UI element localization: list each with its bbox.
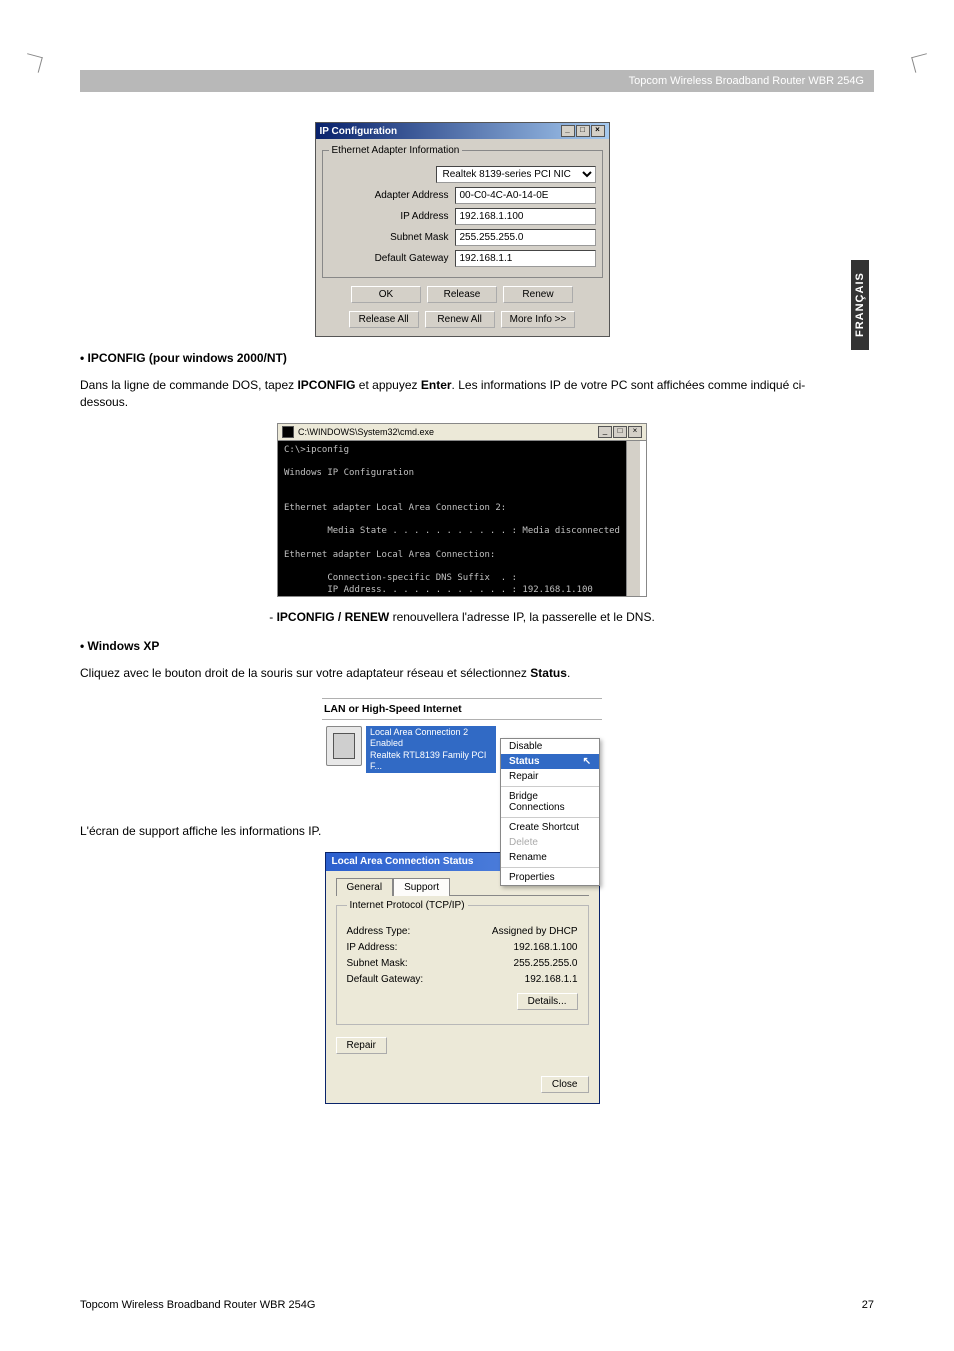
ip-value: 192.168.1.100 — [455, 208, 596, 225]
crop-mark-left — [23, 53, 43, 73]
mask-label: Subnet Mask — [329, 232, 449, 243]
status-group-label: Internet Protocol (TCP/IP) — [347, 900, 468, 911]
status-mask-label: Subnet Mask: — [347, 958, 408, 969]
header-product: Topcom Wireless Broadband Router WBR 254… — [629, 75, 864, 87]
para-windows-xp: Cliquez avec le bouton droit de la souri… — [80, 665, 844, 682]
para-2k-b: et appuyez — [355, 378, 420, 392]
menu-properties[interactable]: Properties — [501, 870, 599, 885]
menu-disable[interactable]: Disable — [501, 739, 599, 754]
menu-status[interactable]: Status ↖ — [501, 754, 599, 769]
support-line: L'écran de support affiche les informati… — [80, 823, 844, 840]
status-title-text: Local Area Connection Status — [332, 856, 474, 867]
adapter-select[interactable]: Realtek 8139-series PCI NIC — [436, 166, 596, 183]
menu-repair[interactable]: Repair — [501, 769, 599, 784]
close-button[interactable]: Close — [541, 1076, 589, 1093]
release-button[interactable]: Release — [427, 286, 497, 303]
renew-c: renouvellera l'adresse IP, la passerelle… — [389, 610, 655, 624]
context-menu-figure: LAN or High-Speed Internet Local Area Co… — [322, 694, 602, 773]
para-ipconfig-2k: Dans la ligne de commande DOS, tapez IPC… — [80, 377, 844, 411]
menu-status-label: Status — [509, 756, 540, 767]
release-all-button[interactable]: Release All — [349, 311, 419, 328]
para-2k-b2: Enter — [421, 378, 452, 392]
footer-left: Topcom Wireless Broadband Router WBR 254… — [80, 1299, 315, 1311]
para-2k-b1: IPCONFIG — [297, 378, 355, 392]
status-ip-label: IP Address: — [347, 942, 398, 953]
repair-button[interactable]: Repair — [336, 1037, 387, 1054]
cursor-icon: ↖ — [583, 756, 591, 767]
cmd-title-text: C:\WINDOWS\System32\cmd.exe — [298, 427, 434, 437]
ip-label: IP Address — [329, 211, 449, 222]
gw-value: 192.168.1.1 — [455, 250, 596, 267]
close-icon[interactable]: × — [591, 125, 605, 137]
lan-header: LAN or High-Speed Internet — [322, 698, 602, 720]
renew-b: IPCONFIG / RENEW — [277, 610, 390, 624]
cmd-window: C:\WINDOWS\System32\cmd.exe _ □ × C:\>ip… — [277, 423, 647, 597]
maximize-icon[interactable]: □ — [576, 125, 590, 137]
status-mask-value: 255.255.255.0 — [514, 958, 578, 969]
context-menu: Disable Status ↖ Repair Bridge Connectio… — [500, 738, 600, 886]
ip-config-title: IP Configuration — [320, 126, 398, 137]
status-gw-value: 192.168.1.1 — [525, 974, 578, 985]
heading-windows-xp: • Windows XP — [80, 639, 844, 653]
ok-button[interactable]: OK — [351, 286, 421, 303]
nic-line3: Realtek RTL8139 Family PCI F... — [370, 750, 492, 773]
heading-ipconfig-2k: • IPCONFIG (pour windows 2000/NT) — [80, 351, 844, 365]
cmd-maximize-icon[interactable]: □ — [613, 426, 627, 438]
addr-type-value: Assigned by DHCP — [492, 926, 578, 937]
gw-label: Default Gateway — [329, 253, 449, 264]
tab-general[interactable]: General — [336, 878, 394, 896]
menu-bridge[interactable]: Bridge Connections — [501, 789, 599, 815]
xp-c: . — [567, 666, 570, 680]
renew-button[interactable]: Renew — [503, 286, 573, 303]
renew-a: - — [269, 610, 276, 624]
minimize-icon[interactable]: _ — [561, 125, 575, 137]
cmd-close-icon[interactable]: × — [628, 426, 642, 438]
status-window: Local Area Connection Status ? × General… — [325, 852, 600, 1104]
xp-a: Cliquez avec le bouton droit de la souri… — [80, 666, 530, 680]
more-info-button[interactable]: More Info >> — [501, 311, 576, 328]
para-2k-a: Dans la ligne de commande DOS, tapez — [80, 378, 297, 392]
ip-config-window: IP Configuration _ □ × Ethernet Adapter … — [315, 122, 610, 337]
page-content: IP Configuration _ □ × Ethernet Adapter … — [80, 110, 844, 1291]
cmd-titlebar: C:\WINDOWS\System32\cmd.exe _ □ × — [278, 424, 646, 441]
page-footer: Topcom Wireless Broadband Router WBR 254… — [80, 1299, 874, 1311]
status-ip-value: 192.168.1.100 — [514, 942, 578, 953]
nic-icon — [326, 726, 362, 766]
adapter-address-value: 00-C0-4C-A0-14-0E — [455, 187, 596, 204]
language-tab: FRANÇAIS — [851, 260, 869, 350]
tab-support[interactable]: Support — [393, 878, 450, 896]
nic-line1: Local Area Connection 2 — [370, 727, 492, 738]
details-button[interactable]: Details... — [517, 993, 578, 1010]
menu-rename[interactable]: Rename — [501, 850, 599, 865]
ip-config-group-label: Ethernet Adapter Information — [329, 145, 463, 156]
renew-note: - IPCONFIG / RENEW renouvellera l'adress… — [80, 609, 844, 626]
nic-line2: Enabled — [370, 738, 492, 749]
page-header-bar: Topcom Wireless Broadband Router WBR 254… — [80, 70, 874, 92]
menu-delete: Delete — [501, 835, 599, 850]
ip-config-titlebar: IP Configuration _ □ × — [316, 123, 609, 139]
addr-type-label: Address Type: — [347, 926, 411, 937]
crop-mark-right — [911, 53, 931, 73]
cmd-output: C:\>ipconfig Windows IP Configuration Et… — [278, 441, 626, 596]
mask-value: 255.255.255.0 — [455, 229, 596, 246]
cmd-minimize-icon[interactable]: _ — [598, 426, 612, 438]
cmd-icon — [282, 426, 294, 438]
menu-shortcut[interactable]: Create Shortcut — [501, 820, 599, 835]
nic-label[interactable]: Local Area Connection 2 Enabled Realtek … — [366, 726, 496, 773]
status-gw-label: Default Gateway: — [347, 974, 424, 985]
cmd-scrollbar[interactable] — [626, 441, 640, 596]
xp-b: Status — [530, 666, 567, 680]
adapter-address-label: Adapter Address — [329, 190, 449, 201]
footer-page: 27 — [862, 1299, 874, 1311]
renew-all-button[interactable]: Renew All — [425, 311, 495, 328]
